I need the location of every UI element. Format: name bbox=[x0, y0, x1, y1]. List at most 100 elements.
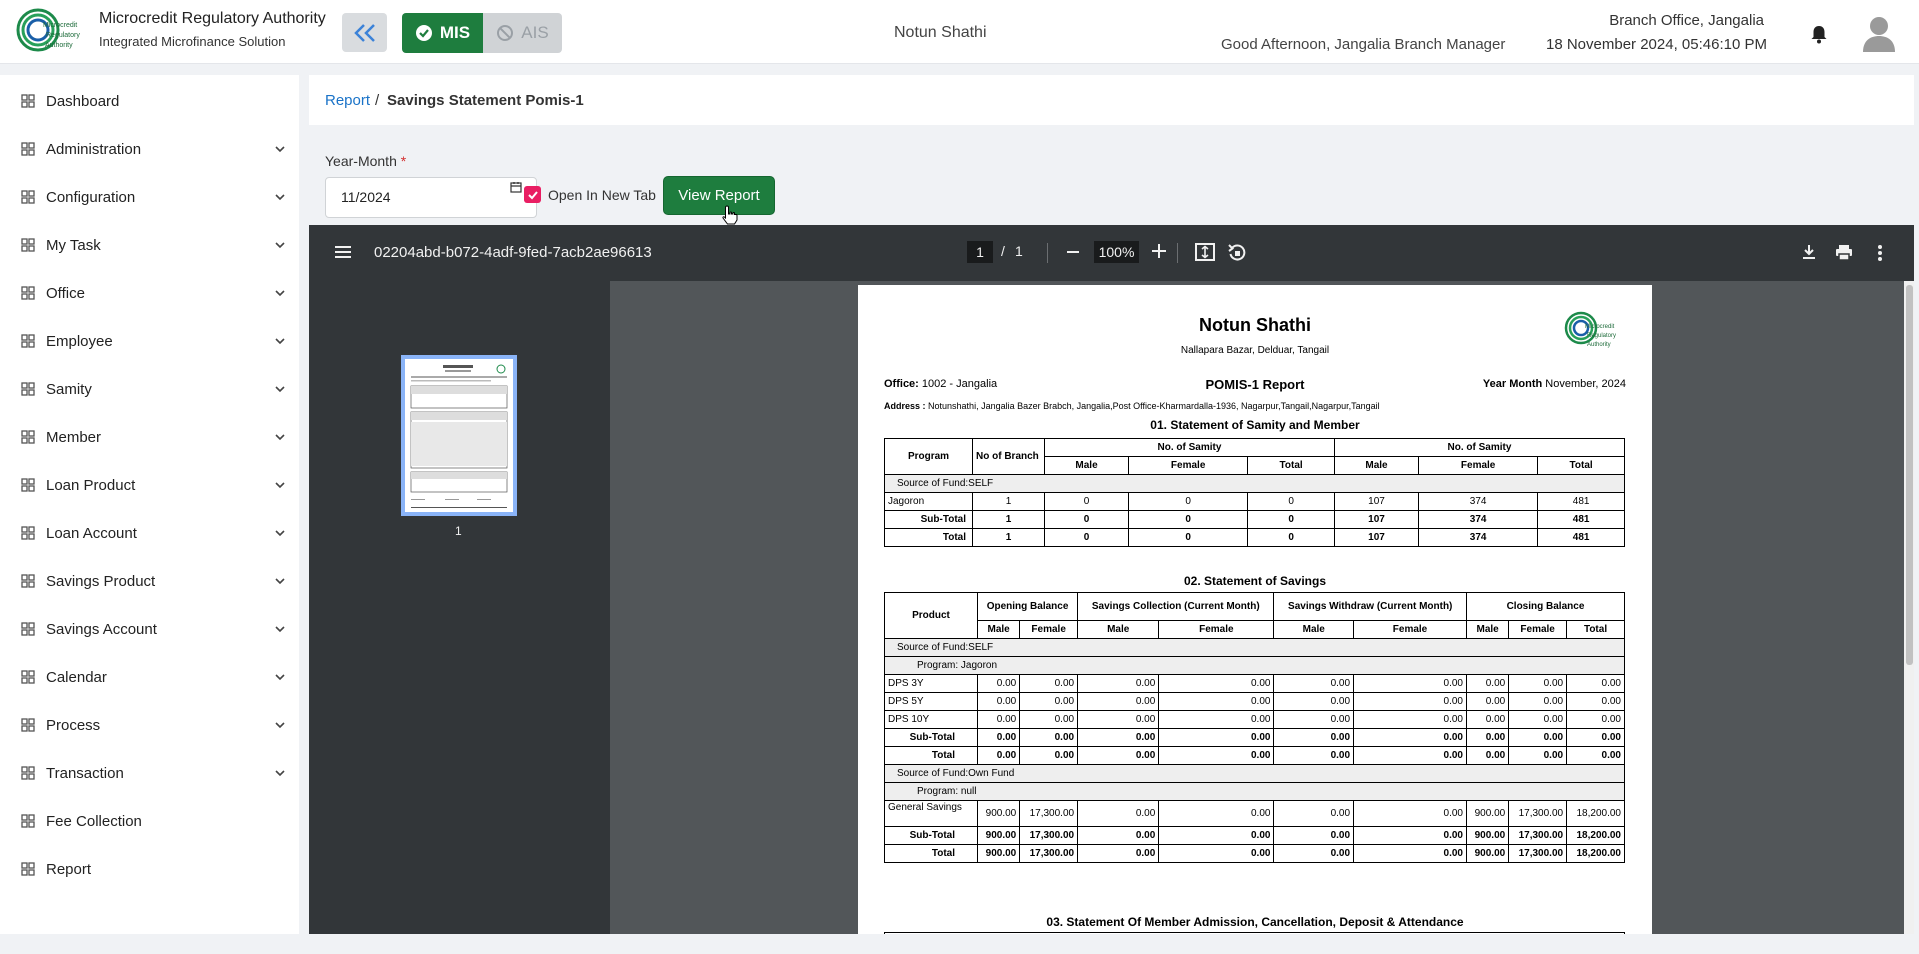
sidebar-item-transaction[interactable]: Transaction bbox=[0, 753, 299, 793]
cell: 0.00 bbox=[1158, 710, 1275, 729]
col-group: Opening Balance bbox=[976, 592, 1079, 621]
col-sub-header: Female bbox=[1158, 620, 1275, 639]
sidebar-item-process[interactable]: Process bbox=[0, 705, 299, 745]
cell: 0 bbox=[1128, 510, 1249, 529]
program-label: Program: Jagoron bbox=[884, 656, 1625, 675]
row-name: Total bbox=[884, 528, 973, 547]
pdf-viewer: 02204abd-b072-4adf-9fed-7acb2ae96613 1 /… bbox=[309, 225, 1914, 934]
table-row: DPS 5Y 0.00 0.00 0.00 0.00 0.00 0.00 0.00 0.00 0.… bbox=[884, 692, 1625, 711]
sidebar-item-label: Process bbox=[46, 716, 101, 734]
bell-icon[interactable] bbox=[1810, 24, 1828, 44]
sidebar-item-calendar[interactable]: Calendar bbox=[0, 657, 299, 697]
fee-icon bbox=[21, 814, 35, 828]
sidebar-item-my-task[interactable]: My Task bbox=[0, 225, 299, 265]
scrollbar-thumb[interactable] bbox=[1906, 285, 1913, 665]
report-logo: Microcredit Regulatory Authority bbox=[1564, 311, 1616, 348]
page-total: 1 bbox=[1015, 243, 1023, 259]
cell: 17,300.00 bbox=[1508, 800, 1568, 827]
sidebar-item-configuration[interactable]: Configuration bbox=[0, 177, 299, 217]
calendar-picker-icon[interactable] bbox=[510, 181, 522, 193]
year-month-label-text: Year-Month bbox=[325, 153, 397, 169]
breadcrumb-separator: / bbox=[375, 92, 380, 109]
page-number-input[interactable]: 1 bbox=[967, 241, 993, 263]
sidebar-item-office[interactable]: Office bbox=[0, 273, 299, 313]
cell: 0.00 bbox=[1077, 844, 1160, 863]
sidebar-item-administration[interactable]: Administration bbox=[0, 129, 299, 169]
sidebar-item-label: Report bbox=[46, 860, 92, 878]
mra-logo: Microcredit Regulatory Authority bbox=[16, 8, 80, 52]
sidebar-item-savings-account[interactable]: Savings Account bbox=[0, 609, 299, 649]
sidebar-item-loan-product[interactable]: Loan Product bbox=[0, 465, 299, 505]
cell: 374 bbox=[1418, 492, 1539, 511]
sidebar-item-employee[interactable]: Employee bbox=[0, 321, 299, 361]
sidebar-item-fee-collection[interactable]: Fee Collection bbox=[0, 801, 299, 841]
config-icon bbox=[21, 190, 35, 204]
thumbnail-preview bbox=[410, 364, 508, 508]
col-sub-header: Total bbox=[1537, 456, 1625, 475]
savings-table: Product Opening Balance Savings Collection… bbox=[884, 592, 1626, 863]
download-icon[interactable] bbox=[1801, 244, 1817, 260]
sidebar-item-label: Savings Account bbox=[46, 620, 157, 638]
double-chevron-left-icon bbox=[353, 23, 375, 42]
cell: 0.00 bbox=[1273, 826, 1355, 845]
cell: 0.00 bbox=[1465, 710, 1510, 729]
open-new-tab-checkbox[interactable] bbox=[524, 186, 541, 203]
sidebar-item-loan-account[interactable]: Loan Account bbox=[0, 513, 299, 553]
table-row: Jagoron 1 0 0 0 107 374 481 bbox=[884, 492, 1625, 511]
col-sub-header: Female bbox=[1508, 620, 1568, 639]
zoom-out-icon[interactable] bbox=[1066, 245, 1080, 259]
sidebar-item-report[interactable]: Report bbox=[0, 849, 299, 889]
row-name: Sub-Total bbox=[884, 510, 973, 529]
cell: 0.00 bbox=[1465, 746, 1510, 765]
sidebar-item-savings-product[interactable]: Savings Product bbox=[0, 561, 299, 601]
zoom-in-icon[interactable] bbox=[1151, 243, 1167, 259]
chevron-down-icon bbox=[275, 386, 285, 393]
task-icon bbox=[21, 238, 35, 252]
collapse-sidebar-button[interactable] bbox=[342, 13, 387, 52]
check-icon bbox=[527, 190, 538, 199]
user-avatar-icon[interactable] bbox=[1861, 14, 1897, 52]
sidebar-item-label: Dashboard bbox=[46, 92, 120, 110]
hamburger-menu-icon[interactable] bbox=[334, 244, 352, 260]
logo-text-line1: Microcredit bbox=[43, 22, 77, 29]
ais-button[interactable]: AIS bbox=[483, 13, 562, 53]
print-icon[interactable] bbox=[1835, 244, 1853, 261]
sidebar-item-dashboard[interactable]: Dashboard bbox=[0, 81, 299, 121]
row-name: General Savings bbox=[884, 800, 978, 827]
cell: 0.00 bbox=[976, 710, 1021, 729]
cell: 1 bbox=[972, 492, 1045, 511]
cell: 900.00 bbox=[976, 844, 1021, 863]
sidebar-item-member[interactable]: Member bbox=[0, 417, 299, 457]
zoom-level-input[interactable]: 100% bbox=[1094, 241, 1139, 263]
chevron-down-icon bbox=[275, 626, 285, 633]
cell: 0.00 bbox=[1508, 710, 1568, 729]
cell: 0.00 bbox=[1273, 728, 1355, 747]
rotate-icon[interactable] bbox=[1227, 243, 1247, 263]
pdf-page: Notun Shathi Nallapara Bazar, Delduar, T… bbox=[858, 285, 1652, 934]
chevron-down-icon bbox=[275, 434, 285, 441]
table-row: Total 0.00 0.00 0.00 0.00 0.00 0.00 0.00 0.00 0.0… bbox=[884, 746, 1625, 765]
breadcrumb-report-link[interactable]: Report bbox=[325, 92, 370, 109]
year-month-input[interactable]: 11/2024 bbox=[325, 177, 537, 218]
table-row: Sub-Total 900.00 17,300.00 0.00 0.00 0.00 0.00… bbox=[884, 826, 1625, 845]
mis-button[interactable]: MIS bbox=[402, 13, 483, 53]
cell: 0.00 bbox=[1465, 728, 1510, 747]
fit-page-icon[interactable] bbox=[1195, 243, 1215, 261]
cell: 0.00 bbox=[976, 728, 1021, 747]
office-icon bbox=[21, 286, 35, 300]
cell: 900.00 bbox=[1465, 800, 1510, 827]
report-icon bbox=[21, 862, 35, 876]
view-report-button[interactable]: View Report bbox=[663, 176, 775, 215]
cell: 0.00 bbox=[1077, 710, 1160, 729]
sidebar-item-samity[interactable]: Samity bbox=[0, 369, 299, 409]
col-group: Savings Collection (Current Month) bbox=[1077, 592, 1275, 621]
cell: 0 bbox=[1043, 492, 1130, 511]
fund-row: Source of Fund:SELF bbox=[884, 474, 1625, 493]
chevron-down-icon bbox=[275, 674, 285, 681]
open-new-tab-label[interactable]: Open In New Tab bbox=[548, 187, 656, 203]
page-thumbnail[interactable] bbox=[401, 355, 517, 516]
more-options-icon[interactable] bbox=[1877, 244, 1883, 262]
fund-label: Source of Fund:Own Fund bbox=[884, 764, 1625, 783]
savings-account-icon bbox=[21, 622, 35, 636]
row-name: DPS 10Y bbox=[884, 710, 978, 729]
